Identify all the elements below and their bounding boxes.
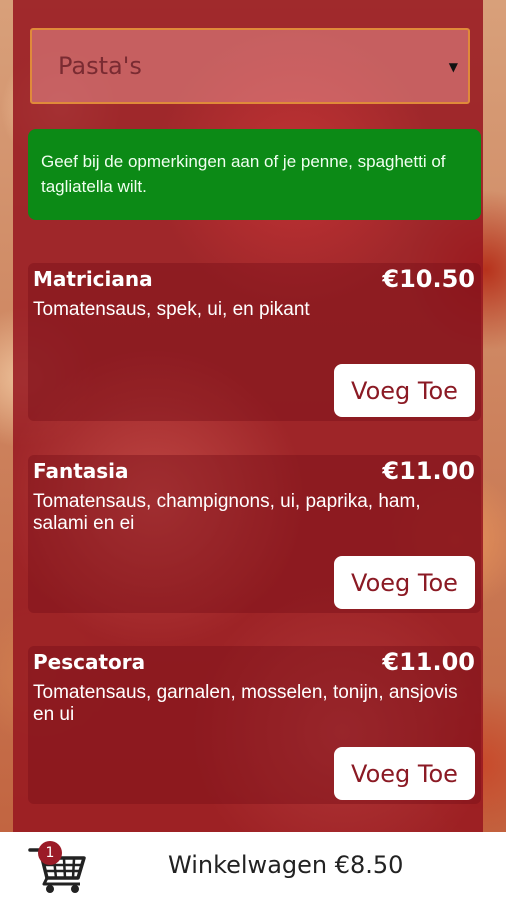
product-description: Tomatensaus, champignons, ui, paprika, h… (33, 491, 421, 534)
product-card-fantasia: Fantasia €11.00 Tomatensaus, champignons… (28, 455, 481, 613)
product-price: €10.50 (382, 265, 475, 293)
cart-bar[interactable]: 1 Winkelwagen €8.50 (0, 832, 506, 900)
pasta-notice: Geef bij de opmerkingen aan of je penne,… (28, 129, 481, 220)
product-description: Tomatensaus, spek, ui, en pikant (33, 299, 310, 320)
product-card-pescatora: Pescatora €11.00 Tomatensaus, garnalen, … (28, 646, 481, 804)
add-to-cart-button[interactable]: Voeg Toe (334, 364, 475, 417)
product-name: Pescatora (33, 650, 146, 674)
cart-total-label: Winkelwagen €8.50 (168, 851, 404, 879)
product-price: €11.00 (382, 457, 475, 485)
add-to-cart-button[interactable]: Voeg Toe (334, 747, 475, 800)
product-name: Fantasia (33, 459, 129, 483)
product-card-matriciana: Matriciana €10.50 Tomatensaus, spek, ui,… (28, 263, 481, 421)
category-select[interactable]: Pasta's ▼ (30, 28, 470, 104)
product-description: Tomatensaus, garnalen, mosselen, tonijn,… (33, 682, 458, 725)
pasta-notice-text: Geef bij de opmerkingen aan of je penne,… (41, 152, 446, 196)
add-to-cart-button[interactable]: Voeg Toe (334, 556, 475, 609)
cart-count-badge: 1 (38, 841, 62, 865)
dropdown-arrow-icon: ▼ (448, 60, 458, 74)
product-name: Matriciana (33, 267, 153, 291)
product-price: €11.00 (382, 648, 475, 676)
category-select-value: Pasta's (58, 52, 142, 80)
